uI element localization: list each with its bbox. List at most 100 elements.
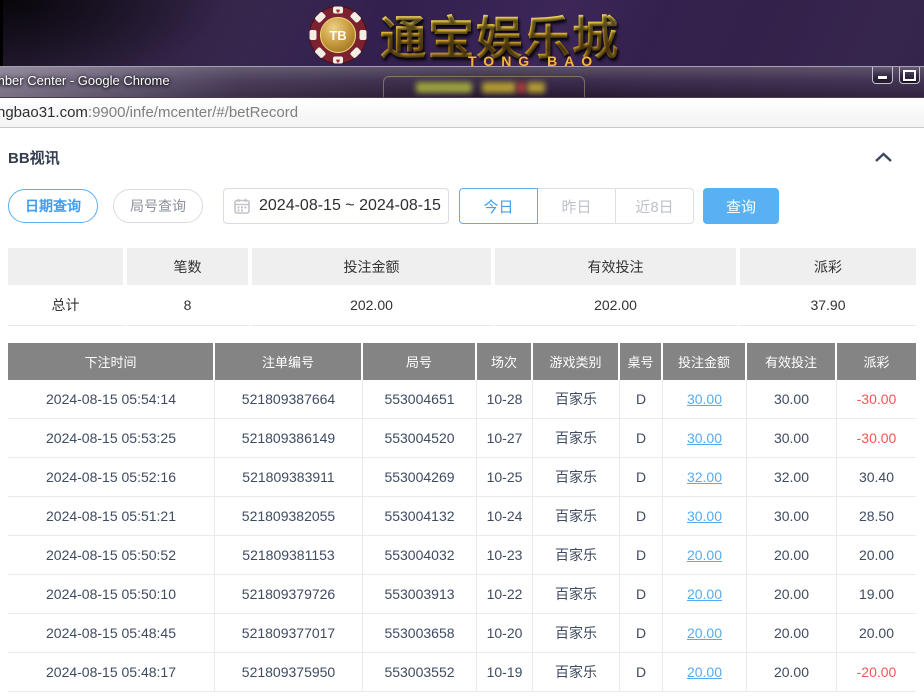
valid-bet: 20.00 (747, 575, 837, 614)
minimize-button[interactable] (872, 67, 893, 84)
summary-header-blank (8, 248, 127, 285)
bet-amount-link[interactable]: 30.00 (687, 430, 722, 446)
bet-amount-link[interactable]: 20.00 (687, 664, 722, 680)
session: 10-25 (477, 458, 533, 497)
table-number: D (620, 458, 663, 497)
table-number: D (620, 575, 663, 614)
bet-amount-link[interactable]: 20.00 (687, 586, 722, 602)
payout: -30.00 (837, 419, 916, 458)
session: 10-28 (477, 380, 533, 419)
order-number: 521809382055 (215, 497, 363, 536)
table-row: 2024-08-15 05:50:10521809379726553003913… (8, 575, 916, 614)
bet-amount: 30.00 (663, 380, 747, 419)
bet-amount: 20.00 (663, 575, 747, 614)
game-type: 百家乐 (533, 497, 620, 536)
game-type: 百家乐 (533, 380, 620, 419)
bet-amount-link[interactable]: 30.00 (687, 391, 722, 407)
header-payout: 派彩 (837, 343, 916, 380)
valid-bet: 20.00 (747, 614, 837, 653)
svg-text:♥: ♥ (336, 9, 341, 15)
masked-text (518, 82, 525, 93)
summary-header-valid-bet: 有效投注 (495, 248, 740, 285)
bet-amount: 20.00 (663, 614, 747, 653)
browser-titlebar: mber Center - Google Chrome (0, 66, 924, 97)
valid-bet: 30.00 (747, 419, 837, 458)
svg-text:♣: ♣ (352, 15, 357, 22)
bet-amount-link[interactable]: 20.00 (687, 625, 722, 641)
url-text: ngbao31.com:9900/infe/mcenter/#/betRecor… (0, 104, 298, 121)
round-number: 553003658 (363, 614, 477, 653)
table-row: 2024-08-15 05:52:16521809383911553004269… (8, 458, 916, 497)
round-number: 553003913 (363, 575, 477, 614)
valid-bet: 20.00 (747, 536, 837, 575)
round-number: 553004269 (363, 458, 477, 497)
url-path: :9900/infe/mcenter/#/betRecord (88, 104, 298, 121)
minimize-icon (878, 76, 887, 79)
order-number: 521809386149 (215, 419, 363, 458)
maximize-button[interactable] (899, 67, 920, 84)
header-bet-amount: 投注金额 (663, 343, 747, 380)
browser-address-bar[interactable]: ngbao31.com:9900/infe/mcenter/#/betRecor… (0, 97, 924, 128)
date-range-value: 2024-08-15 ~ 2024-08-15 (259, 197, 441, 215)
bet-time: 2024-08-15 05:48:45 (8, 614, 215, 653)
session: 10-22 (477, 575, 533, 614)
search-button[interactable]: 查询 (703, 188, 779, 224)
order-number: 521809383911 (215, 458, 363, 497)
masked-text (482, 82, 516, 93)
summary-header-payout: 派彩 (740, 248, 916, 285)
session: 10-20 (477, 614, 533, 653)
game-type: 百家乐 (533, 536, 620, 575)
game-type: 百家乐 (533, 419, 620, 458)
payout: -20.00 (837, 653, 916, 692)
table-row: 2024-08-15 05:51:21521809382055553004132… (8, 497, 916, 536)
bet-records-table: 下注时间 注单编号 局号 场次 游戏类别 桌号 投注金额 有效投注 派彩 202… (8, 343, 916, 692)
masked-balance (383, 76, 585, 97)
payout: 30.40 (837, 458, 916, 497)
table-number: D (620, 380, 663, 419)
order-number: 521809375950 (215, 653, 363, 692)
yesterday-button[interactable]: 昨日 (537, 188, 616, 224)
table-row: 2024-08-15 05:48:45521809377017553003658… (8, 614, 916, 653)
order-number: 521809379726 (215, 575, 363, 614)
bet-time: 2024-08-15 05:48:17 (8, 653, 215, 692)
bet-amount: 30.00 (663, 419, 747, 458)
table-number: D (620, 497, 663, 536)
bet-amount-link[interactable]: 32.00 (687, 469, 722, 485)
collapse-section-button[interactable] (874, 152, 893, 163)
bet-amount-link[interactable]: 30.00 (687, 508, 722, 524)
bet-time: 2024-08-15 05:51:21 (8, 497, 215, 536)
last-8-days-button[interactable]: 近8日 (615, 188, 694, 224)
table-number: D (620, 614, 663, 653)
bet-time: 2024-08-15 05:54:14 (8, 380, 215, 419)
bet-time: 2024-08-15 05:50:52 (8, 536, 215, 575)
table-row: 2024-08-15 05:53:25521809386149553004520… (8, 419, 916, 458)
date-range-input[interactable]: 2024-08-15 ~ 2024-08-15 (223, 188, 449, 224)
today-button[interactable]: 今日 (459, 188, 538, 224)
screen: ♥♥ ♠♣ ♦♠ TB 通宝娱乐城 TONG BAO (0, 0, 924, 699)
maximize-icon (903, 70, 916, 81)
table-number: D (620, 653, 663, 692)
game-type: 百家乐 (533, 614, 620, 653)
header-table-number: 桌号 (620, 343, 663, 380)
header-bet-time: 下注时间 (8, 343, 215, 380)
casino-chip-logo-icon: ♥♥ ♠♣ ♦♠ TB (308, 5, 368, 65)
bet-table-body: 2024-08-15 05:54:14521809387664553004651… (8, 380, 916, 692)
table-row: 2024-08-15 05:50:52521809381153553004032… (8, 536, 916, 575)
total-bet-amount: 202.00 (252, 285, 495, 326)
payout: 28.50 (837, 497, 916, 536)
header-order-number: 注单编号 (215, 343, 363, 380)
round-number: 553004032 (363, 536, 477, 575)
summary-header-bet-amount: 投注金额 (252, 248, 495, 285)
table-number: D (620, 419, 663, 458)
summary-header-row: 笔数 投注金额 有效投注 派彩 (8, 248, 916, 285)
bet-amount: 20.00 (663, 536, 747, 575)
bet-amount: 32.00 (663, 458, 747, 497)
valid-bet: 30.00 (747, 380, 837, 419)
game-type: 百家乐 (533, 458, 620, 497)
filter-toolbar: 日期查询 局号查询 2024-08-15 ~ 2024-08- (8, 188, 916, 224)
bet-amount-link[interactable]: 20.00 (687, 547, 722, 563)
logo-monogram: TB (329, 28, 346, 43)
date-query-tab[interactable]: 日期查询 (8, 189, 98, 223)
round-query-tab[interactable]: 局号查询 (113, 189, 203, 223)
table-row: 2024-08-15 05:54:14521809387664553004651… (8, 380, 916, 419)
